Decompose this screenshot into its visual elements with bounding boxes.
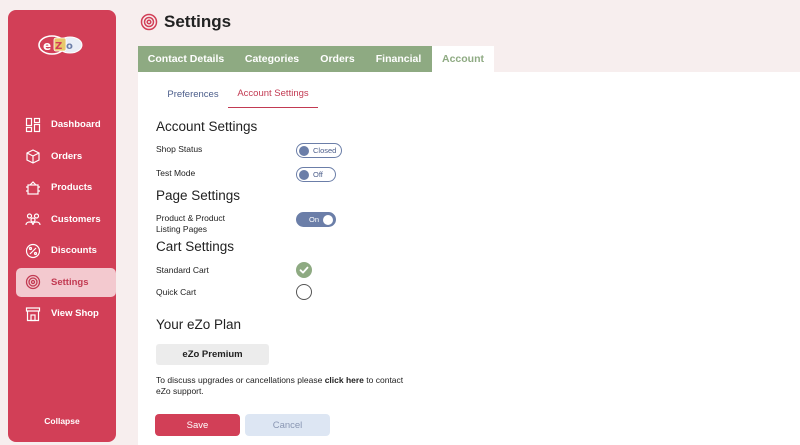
sidebar-item-label: View Shop [51,308,99,319]
label-line: Product & Product [156,213,225,223]
sidebar-item-label: Customers [51,213,101,225]
tab-categories[interactable]: Categories [234,46,310,72]
cancel-button[interactable]: Cancel [245,414,330,436]
discount-icon [25,243,41,259]
subtab-account-settings[interactable]: Account Settings [228,80,318,108]
sidebar-item-label: Orders [51,150,83,162]
check-icon [299,266,309,274]
quick-cart-radio[interactable] [296,284,312,300]
sidebar-item-label: Dashboard [51,119,101,130]
shop-status-toggle[interactable]: Closed [296,143,342,158]
svg-text:e: e [43,39,51,53]
sidebar-item-orders[interactable]: Orders [16,142,116,171]
sidebar-item-dashboard[interactable]: Dashboard [16,110,116,139]
settings-icon [140,13,158,31]
collapse-button[interactable]: Collapse [8,416,116,426]
product-pages-label: Product & Product Listing Pages [156,213,225,235]
settings-tabs: Contact Details Categories Orders Financ… [138,46,494,72]
toggle-state: Off [313,170,323,179]
tab-account[interactable]: Account [432,46,494,72]
account-subtabs: Preferences Account Settings [158,80,318,108]
standard-cart-label: Standard Cart [156,265,209,275]
cart-settings-title: Cart Settings [156,239,235,254]
toggle-state: Closed [313,146,337,155]
dashboard-icon [25,117,41,133]
support-link[interactable]: click here [325,375,364,385]
tab-contact-details[interactable]: Contact Details [138,46,234,72]
label-line: Listing Pages [156,224,208,234]
sidebar-item-settings[interactable]: Settings [16,267,116,297]
account-panel: Preferences Account Settings Account Set… [138,72,800,445]
support-prefix: To discuss upgrades or cancellations ple… [156,375,325,385]
account-settings-title: Account Settings [156,119,258,134]
sidebar: e Z o Dashboard Orders Products Customer… [8,10,116,442]
toggle-knob [299,169,309,180]
sidebar-item-label: Discounts [51,245,97,256]
toggle-state: On [308,215,319,224]
subtab-preferences[interactable]: Preferences [158,80,228,108]
sidebar-item-view-shop[interactable]: View Shop [16,299,116,328]
sidebar-item-discounts[interactable]: Discounts [16,236,116,265]
plan-title: Your eZo Plan [156,317,242,332]
page-settings-title: Page Settings [156,188,241,203]
svg-text:o: o [66,41,73,52]
customers-icon [25,211,41,227]
test-mode-label: Test Mode [156,168,196,178]
sidebar-nav: Dashboard Orders Products Customers Disc… [16,110,116,331]
tab-orders[interactable]: Orders [310,46,365,72]
sidebar-item-label: Settings [51,276,89,288]
plan-badge: eZo Premium [156,344,269,365]
settings-icon [25,274,41,290]
toggle-knob [323,214,333,225]
ezo-logo[interactable]: e Z o [36,32,84,58]
page-title: Settings [164,12,232,31]
svg-text:Z: Z [55,41,62,52]
orders-icon [25,148,41,164]
tab-financial[interactable]: Financial [365,46,432,72]
products-icon [25,180,41,196]
toggle-knob [299,145,309,156]
product-pages-toggle[interactable]: On [296,212,336,227]
quick-cart-label: Quick Cart [156,287,197,297]
support-text: To discuss upgrades or cancellations ple… [156,375,416,397]
sidebar-item-label: Products [51,182,93,193]
test-mode-toggle[interactable]: Off [296,167,336,182]
standard-cart-radio[interactable] [296,262,312,278]
shop-icon [25,306,41,322]
page-header: Settings [140,12,231,32]
sidebar-item-customers[interactable]: Customers [16,205,116,234]
sidebar-item-products[interactable]: Products [16,173,116,202]
shop-status-label: Shop Status [156,144,203,154]
save-button[interactable]: Save [155,414,240,436]
